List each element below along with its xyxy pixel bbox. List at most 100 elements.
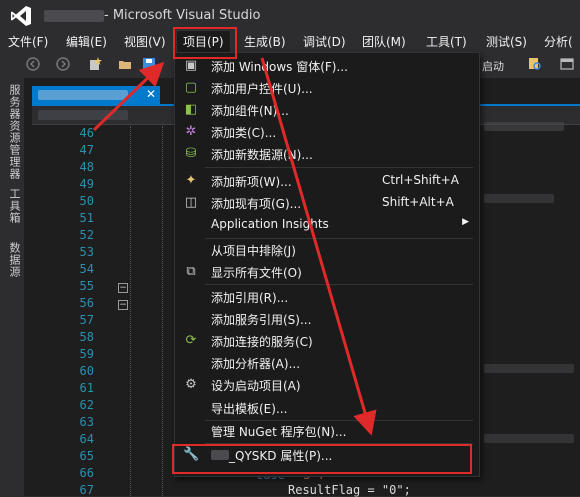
line-number: 55: [79, 279, 94, 293]
project-menu-dropdown: ▣ 添加 Windows 窗体(F)... ▢ 添加用户控件(U)... ◧ 添…: [174, 52, 480, 477]
menu-item-add-service-reference[interactable]: 添加服务引用(S)...: [175, 308, 479, 330]
menu-item-add-existing-item[interactable]: ◫ 添加现有项(G)... Shift+Alt+A: [175, 192, 479, 214]
fold-collapse-icon[interactable]: −: [118, 300, 128, 310]
line-number: 54: [79, 262, 94, 276]
line-number: 61: [79, 381, 94, 395]
new-project-icon[interactable]: [88, 57, 102, 71]
data-source-icon: ⛁: [185, 146, 197, 161]
line-number: 64: [79, 432, 94, 446]
line-number: 65: [79, 449, 94, 463]
menu-build[interactable]: 生成(B): [244, 33, 286, 50]
menu-item-manage-nuget[interactable]: 管理 NuGet 程序包(N)...: [175, 420, 479, 442]
gear-icon: ⚙: [185, 377, 197, 392]
line-number: 46: [79, 126, 94, 140]
indent-guide: [162, 126, 163, 496]
submenu-arrow-icon: ▶: [462, 217, 469, 227]
line-number: 67: [79, 483, 94, 497]
line-number: 60: [79, 364, 94, 378]
line-number: 53: [79, 245, 94, 259]
save-icon[interactable]: [142, 57, 156, 71]
fold-collapse-icon[interactable]: −: [118, 283, 128, 293]
class-icon: ✲: [185, 124, 197, 139]
project-dropdown-redacted[interactable]: [38, 110, 128, 120]
menu-item-label: Application Insights: [211, 217, 329, 231]
new-item-icon: ✦: [185, 173, 197, 188]
menu-item-add-connected-service[interactable]: ⟳ 添加连接的服务(C): [175, 330, 479, 352]
document-tab[interactable]: ✕: [32, 86, 160, 104]
menu-tools[interactable]: 工具(T): [426, 33, 467, 50]
document-tab-title-redacted: [38, 90, 128, 100]
annotation-box-properties: [172, 444, 472, 474]
code-redacted: [484, 194, 554, 203]
menu-item-export-template[interactable]: 导出模板(E)...: [175, 397, 479, 419]
menu-separator: [205, 167, 473, 168]
line-number: 52: [79, 228, 94, 242]
menu-test[interactable]: 测试(S): [486, 33, 527, 50]
connected-service-icon: ⟳: [185, 333, 197, 348]
line-number: 57: [79, 313, 94, 327]
code-redacted: [484, 434, 574, 443]
line-number: 66: [79, 466, 94, 480]
menu-item-show-all-files[interactable]: ⧉ 显示所有文件(O): [175, 261, 479, 283]
menu-item-label: 管理 NuGet 程序包(N)...: [211, 425, 347, 439]
menu-edit[interactable]: 编辑(E): [66, 33, 107, 50]
menu-item-label: 导出模板(E)...: [211, 402, 288, 416]
window-title: - Microsoft Visual Studio: [104, 8, 261, 23]
windows-form-icon: ▣: [184, 58, 198, 73]
menu-item-add-data-source[interactable]: ⛁ 添加新数据源(N)...: [175, 143, 479, 165]
window-layout-icon[interactable]: [560, 57, 574, 71]
menu-item-label: 添加组件(N)...: [211, 104, 289, 118]
find-icon[interactable]: [528, 57, 542, 71]
side-tool-windows: 服务器资源管理器 工具箱 数据源: [0, 78, 24, 496]
menu-item-set-startup-project[interactable]: ⚙ 设为启动项目(A): [175, 374, 479, 396]
line-number: 63: [79, 415, 94, 429]
indent-guide: [130, 126, 131, 496]
menu-item-label: 添加新项(W)...: [211, 175, 292, 189]
line-number: 49: [79, 177, 94, 191]
menu-item-shortcut: Ctrl+Shift+A: [382, 173, 459, 187]
menu-file[interactable]: 文件(F): [8, 33, 48, 50]
menu-item-label: 添加 Windows 窗体(F)...: [211, 60, 348, 74]
menu-item-label: 添加引用(R)...: [211, 291, 289, 305]
menu-item-add-user-control[interactable]: ▢ 添加用户控件(U)...: [175, 77, 479, 99]
component-icon: ◧: [184, 102, 198, 117]
show-all-files-icon: ⧉: [186, 264, 196, 279]
line-number: 50: [79, 194, 94, 208]
menu-item-add-new-item[interactable]: ✦ 添加新项(W)... Ctrl+Shift+A: [175, 170, 479, 192]
menu-debug[interactable]: 调试(D): [303, 33, 346, 50]
forward-icon[interactable]: [56, 57, 70, 71]
menu-item-label: 添加现有项(G)...: [211, 197, 302, 211]
menu-item-label: 添加服务引用(S)...: [211, 313, 312, 327]
toolbox-tab[interactable]: 工具箱: [6, 188, 22, 224]
annotation-box-project-menu: [173, 27, 237, 59]
code-redacted: [484, 364, 574, 373]
menu-item-add-reference[interactable]: 添加引用(R)...: [175, 286, 479, 308]
line-number: 47: [79, 143, 94, 157]
solution-name-redacted: [44, 10, 104, 22]
menu-team[interactable]: 团队(M): [362, 33, 406, 50]
server-explorer-tab[interactable]: 服务器资源管理器: [6, 84, 22, 180]
menu-view[interactable]: 视图(V): [124, 33, 166, 50]
menu-item-label: 添加类(C)...: [211, 126, 277, 140]
menu-bar: 文件(F) 编辑(E) 视图(V) 项目(P) 生成(B) 调试(D) 团队(M…: [0, 30, 580, 53]
line-number: 51: [79, 211, 94, 225]
start-button-label[interactable]: 启动: [482, 58, 504, 74]
line-number: 56: [79, 296, 94, 310]
close-tab-icon[interactable]: ✕: [146, 87, 156, 101]
menu-item-exclude-from-project[interactable]: 从项目中排除(J): [175, 239, 479, 261]
menu-item-add-analyzer[interactable]: 添加分析器(A)...: [175, 352, 479, 374]
menu-item-label: 添加新数据源(N)...: [211, 148, 313, 162]
open-folder-icon[interactable]: [118, 57, 132, 71]
back-icon[interactable]: [26, 57, 40, 71]
menu-item-label: 添加连接的服务(C): [211, 335, 313, 349]
menu-item-shortcut: Shift+Alt+A: [382, 195, 454, 209]
data-sources-tab[interactable]: 数据源: [6, 242, 22, 278]
menu-analyze[interactable]: 分析(: [544, 33, 573, 50]
menu-item-add-class[interactable]: ✲ 添加类(C)...: [175, 121, 479, 143]
menu-item-add-component[interactable]: ◧ 添加组件(N)...: [175, 99, 479, 121]
existing-item-icon: ◫: [184, 195, 198, 210]
line-number: 59: [79, 347, 94, 361]
title-bar: - Microsoft Visual Studio: [0, 0, 580, 30]
menu-item-application-insights[interactable]: Application Insights ▶: [175, 214, 479, 236]
code-redacted: [484, 122, 564, 131]
